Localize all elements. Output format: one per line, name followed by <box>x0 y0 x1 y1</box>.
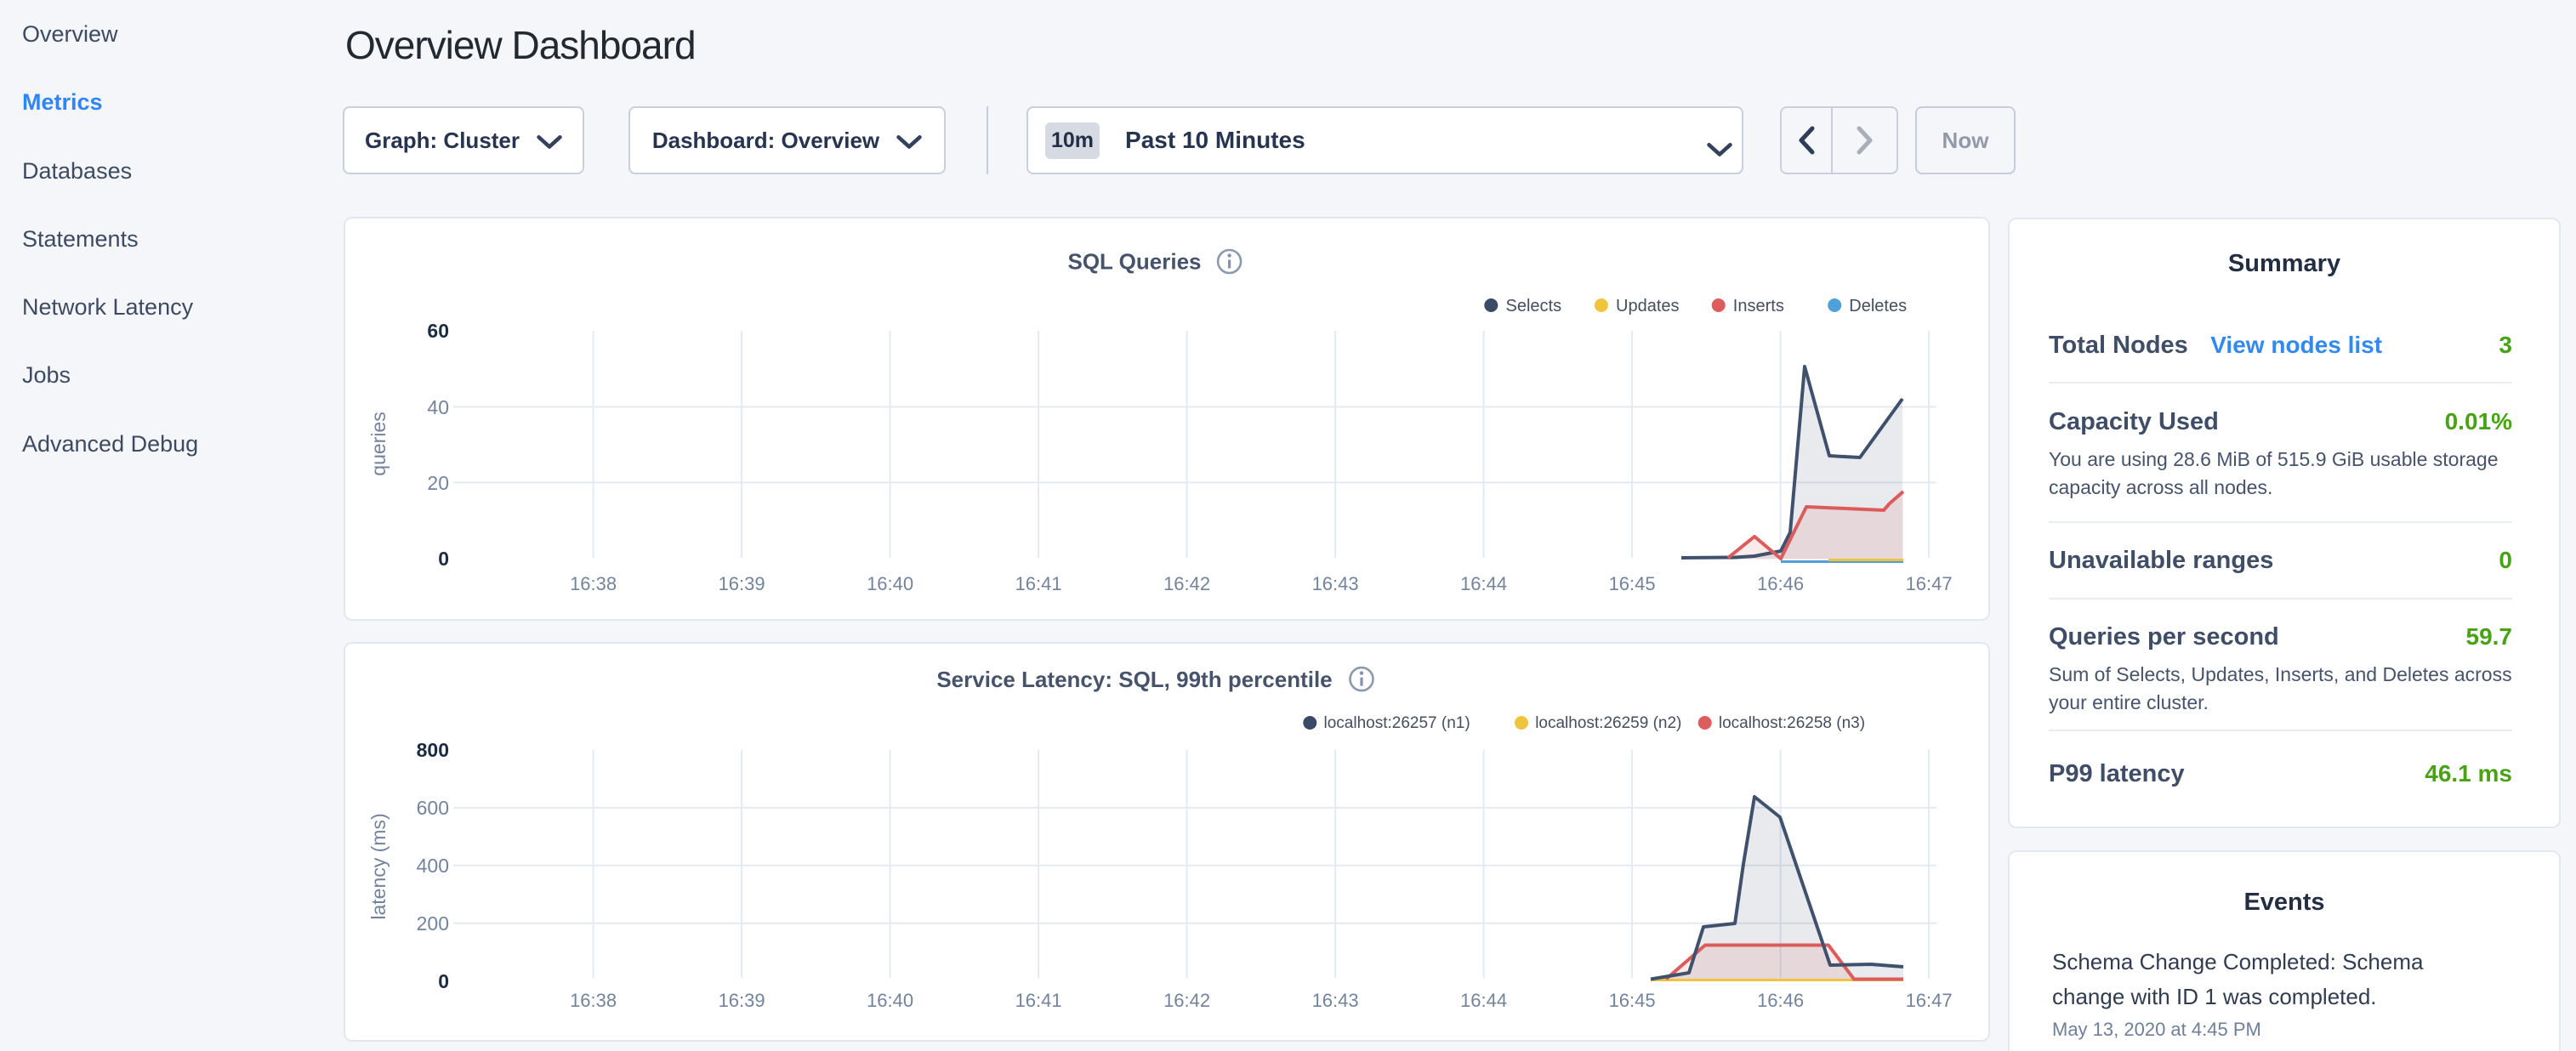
svg-text:16:42: 16:42 <box>1163 990 1210 1011</box>
svg-text:16:41: 16:41 <box>1015 573 1062 594</box>
svg-text:200: 200 <box>417 912 449 935</box>
svg-text:localhost:26257 (n1): localhost:26257 (n1) <box>1324 714 1470 732</box>
svg-text:latency (ms): latency (ms) <box>367 813 390 919</box>
svg-text:16:43: 16:43 <box>1312 990 1359 1011</box>
svg-text:16:40: 16:40 <box>867 990 913 1011</box>
svg-text:16:44: 16:44 <box>1460 573 1507 594</box>
svg-text:Inserts: Inserts <box>1733 297 1784 315</box>
svg-text:localhost:26258 (n3): localhost:26258 (n3) <box>1719 714 1865 732</box>
svg-text:Selects: Selects <box>1506 297 1562 315</box>
svg-text:16:38: 16:38 <box>570 990 617 1011</box>
svg-text:40: 40 <box>427 396 449 418</box>
svg-text:400: 400 <box>417 855 449 877</box>
svg-text:0: 0 <box>438 548 449 570</box>
svg-text:60: 60 <box>427 320 449 342</box>
svg-text:queries: queries <box>367 412 390 475</box>
svg-text:16:44: 16:44 <box>1460 990 1507 1011</box>
svg-text:16:39: 16:39 <box>719 573 765 594</box>
svg-text:16:45: 16:45 <box>1609 990 1656 1011</box>
svg-text:Service Latency: SQL, 99th per: Service Latency: SQL, 99th percentile <box>936 667 1332 692</box>
svg-text:16:45: 16:45 <box>1609 573 1656 594</box>
svg-text:16:42: 16:42 <box>1163 573 1210 594</box>
svg-text:Deletes: Deletes <box>1849 297 1907 315</box>
svg-text:800: 800 <box>417 739 449 761</box>
svg-text:16:47: 16:47 <box>1906 573 1953 594</box>
svg-text:SQL Queries: SQL Queries <box>1067 249 1201 275</box>
svg-text:16:39: 16:39 <box>719 990 765 1011</box>
svg-text:Updates: Updates <box>1616 297 1680 315</box>
svg-text:16:47: 16:47 <box>1906 990 1953 1011</box>
svg-text:localhost:26259 (n2): localhost:26259 (n2) <box>1535 714 1681 732</box>
svg-text:16:43: 16:43 <box>1312 573 1359 594</box>
svg-text:16:41: 16:41 <box>1015 990 1062 1011</box>
svg-text:16:46: 16:46 <box>1757 990 1804 1011</box>
svg-text:16:46: 16:46 <box>1757 573 1804 594</box>
svg-text:20: 20 <box>427 472 449 494</box>
svg-text:0: 0 <box>438 970 449 992</box>
svg-text:16:40: 16:40 <box>867 573 913 594</box>
svg-text:600: 600 <box>417 797 449 819</box>
svg-text:16:38: 16:38 <box>570 573 617 594</box>
